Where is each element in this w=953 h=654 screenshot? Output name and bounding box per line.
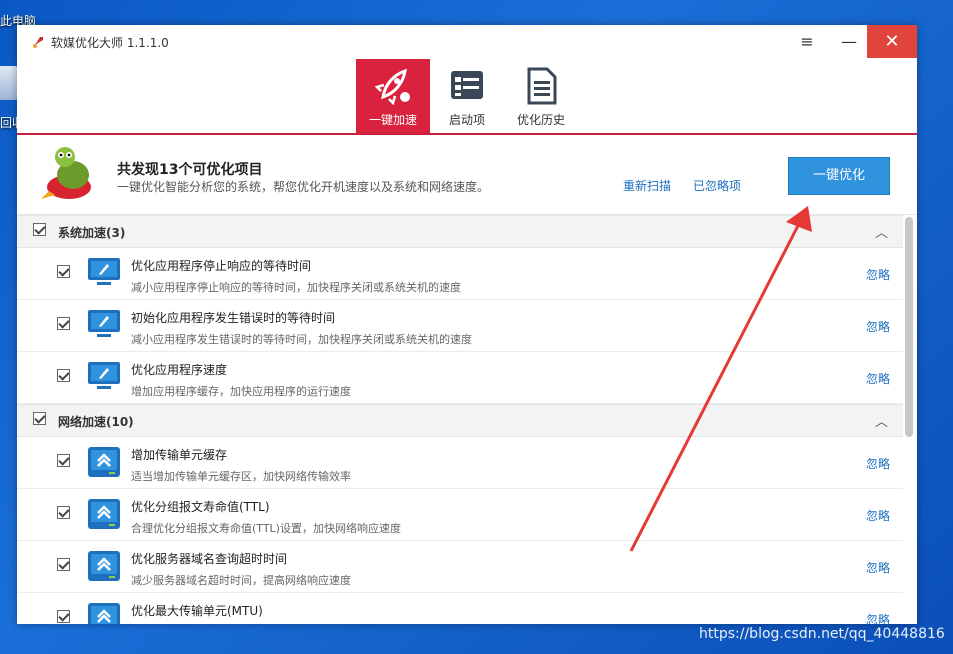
- tab-one-click-speedup[interactable]: 一键加速: [356, 59, 430, 133]
- rocket-icon: [375, 68, 410, 105]
- item-title: 优化最大传输单元(MTU): [131, 604, 263, 618]
- ignore-link[interactable]: 忽略: [866, 266, 890, 283]
- tab-optimize-history[interactable]: 优化历史: [504, 59, 578, 133]
- tab-label: 启动项: [448, 113, 485, 127]
- ignore-link[interactable]: 忽略: [866, 559, 890, 576]
- window-title: 软媒优化大师 1.1.1.0: [51, 36, 169, 50]
- ignore-link[interactable]: 忽略: [866, 370, 890, 387]
- one-click-optimize-button[interactable]: 一键优化: [788, 157, 890, 195]
- group-checkbox[interactable]: [33, 412, 46, 425]
- monitor-rocket-icon: [88, 310, 120, 337]
- item-checkbox[interactable]: [57, 369, 70, 382]
- summary-title: 共发现13个可优化项目: [117, 162, 263, 178]
- item-title: 优化分组报文寿命值(TTL): [131, 500, 270, 514]
- ignore-link[interactable]: 忽略: [866, 507, 890, 524]
- item-description: 减小应用程序停止响应的等待时间，加快程序关闭或系统关机的速度: [131, 281, 461, 294]
- list-item: 优化分组报文寿命值(TTL) 合理优化分组报文寿命值(TTL)设置，加快网络响应…: [17, 489, 903, 541]
- list-item: 增加传输单元缓存 适当增加传输单元缓存区，加快网络传输效率 忽略: [17, 437, 903, 489]
- item-title: 优化应用程序停止响应的等待时间: [131, 259, 312, 273]
- monitor-rocket-icon: [88, 258, 120, 285]
- recycle-bin-icon: [0, 66, 18, 100]
- main-tabs: 一键加速 启动项 优化历史: [17, 58, 917, 135]
- item-title: 增加传输单元缓存: [131, 448, 228, 462]
- network-server-icon: [88, 499, 120, 529]
- list-item: 优化应用程序速度 增加应用程序缓存，加快应用程序的运行速度 忽略: [17, 352, 903, 404]
- ignored-items-link[interactable]: 已忽略项: [693, 177, 741, 194]
- list-scrollbar[interactable]: [905, 217, 913, 437]
- ignore-link[interactable]: 忽略: [866, 318, 890, 335]
- item-description: 减少服务器域名超时时间，提高网络响应速度: [131, 574, 351, 587]
- item-checkbox[interactable]: [57, 558, 70, 571]
- item-checkbox[interactable]: [57, 506, 70, 519]
- network-server-icon: [88, 551, 120, 581]
- document-icon: [527, 67, 557, 105]
- list-item: 初始化应用程序发生错误时的等待时间 减小应用程序发生错误时的等待时间，加快程序关…: [17, 300, 903, 352]
- list-item: 优化应用程序停止响应的等待时间 减小应用程序停止响应的等待时间，加快程序关闭或系…: [17, 248, 903, 300]
- tab-startup-items[interactable]: 启动项: [430, 59, 504, 133]
- minimize-button[interactable]: —: [829, 25, 869, 58]
- item-description: 减小应用程序发生错误时的等待时间，加快程序关闭或系统关机的速度: [131, 333, 472, 346]
- item-checkbox[interactable]: [57, 317, 70, 330]
- rescan-link[interactable]: 重新扫描: [623, 177, 671, 194]
- chevron-up-icon[interactable]: ︿: [875, 411, 888, 430]
- item-title: 初始化应用程序发生错误时的等待时间: [131, 311, 336, 325]
- tab-label: 一键加速: [368, 113, 417, 127]
- watermark-text: https://blog.csdn.net/qq_40448816: [699, 626, 945, 642]
- item-title: 优化服务器域名查询超时时间: [131, 552, 288, 566]
- item-description: 合理优化分组报文寿命值(TTL)设置，加快网络响应速度: [131, 522, 401, 535]
- item-checkbox[interactable]: [57, 454, 70, 467]
- item-description: 增加应用程序缓存，加快应用程序的运行速度: [131, 385, 351, 398]
- group-header-network[interactable]: 网络加速(10) ︿: [17, 404, 903, 437]
- scan-summary: 共发现13个可优化项目 一键优化智能分析您的系统，帮您优化开机速度以及系统和网络…: [17, 135, 917, 215]
- group-checkbox[interactable]: [33, 223, 46, 236]
- startup-list-icon: [451, 71, 483, 99]
- group-title: 系统加速(3): [58, 226, 126, 240]
- group-title: 网络加速(10): [58, 415, 134, 429]
- rocket-app-icon: [33, 37, 43, 48]
- app-window: 软媒优化大师 1.1.1.0 ≡ — ✕ 一键加速 启动项 优化历史 共发现13…: [17, 25, 917, 624]
- item-checkbox[interactable]: [57, 265, 70, 278]
- item-title: 优化应用程序速度: [131, 363, 228, 377]
- network-server-icon: [88, 447, 120, 477]
- list-item: 优化最大传输单元(MTU) 忽略: [17, 593, 903, 624]
- close-button[interactable]: ✕: [867, 25, 917, 58]
- optimization-list: 系统加速(3) ︿ 优化应用程序停止响应的等待时间 减小应用程序停止响应的等待时…: [17, 215, 903, 624]
- monitor-rocket-icon: [88, 362, 120, 389]
- menu-button[interactable]: ≡: [787, 25, 827, 58]
- network-server-icon: [88, 603, 120, 624]
- ignore-link[interactable]: 忽略: [866, 455, 890, 472]
- list-item: 优化服务器域名查询超时时间 减少服务器域名超时时间，提高网络响应速度 忽略: [17, 541, 903, 593]
- turtle-mascot-icon: [41, 147, 91, 199]
- title-bar[interactable]: 软媒优化大师 1.1.1.0 ≡ — ✕: [17, 25, 917, 58]
- chevron-up-icon[interactable]: ︿: [875, 222, 888, 241]
- summary-description: 一键优化智能分析您的系统，帮您优化开机速度以及系统和网络速度。: [117, 180, 490, 194]
- ignore-link[interactable]: 忽略: [866, 611, 890, 624]
- item-checkbox[interactable]: [57, 610, 70, 623]
- item-description: 适当增加传输单元缓存区，加快网络传输效率: [131, 470, 351, 483]
- group-header-system[interactable]: 系统加速(3) ︿: [17, 215, 903, 248]
- tab-label: 优化历史: [516, 113, 565, 127]
